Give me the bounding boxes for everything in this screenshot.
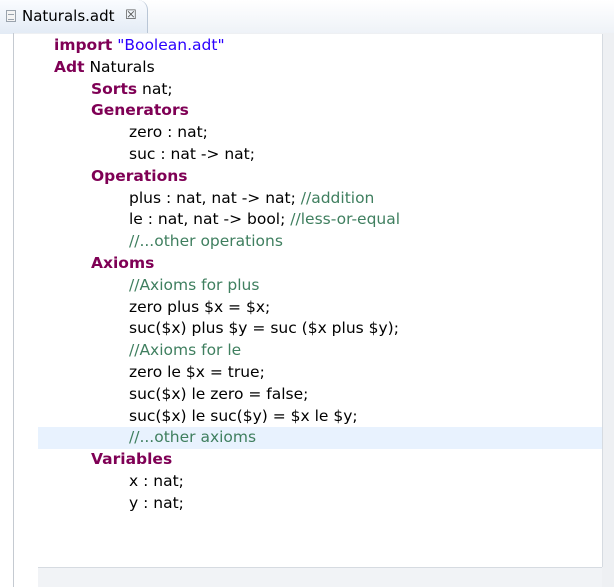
code-comment: //...other operations [129,232,283,251]
code-line: suc($x) le zero = false; [38,384,602,406]
code-line: //Axioms for plus [38,275,602,297]
code-line: le : nat, nat -> bool; //less-or-equal [38,209,602,231]
keyword: Generators [91,101,189,120]
current-line: //...other axioms [38,427,602,450]
code-text: le : nat, nat -> bool; [129,210,291,229]
code-line: suc($x) plus $y = suc ($x plus $y); [38,318,602,340]
keyword: Axioms [91,253,155,272]
file-icon [6,10,16,22]
keyword: Operations [91,166,188,185]
code-line: Variables [38,449,602,471]
horizontal-scrollbar[interactable] [38,567,602,587]
tab-naturals-adt[interactable]: Naturals.adt ☒ [0,0,148,34]
editor-right-border [602,34,603,567]
close-icon[interactable]: ☒ [125,8,137,23]
code-text: plus : nat, nat -> nat; [129,188,301,207]
code-text: zero : nat; [129,123,208,142]
code-line: Operations [38,166,602,188]
code-line: y : nat; [38,493,602,515]
code-text: suc : nat -> nat; [129,144,255,163]
code-line: suc : nat -> nat; [38,144,602,166]
code-comment: //Axioms for le [129,341,242,360]
code-text: suc($x) le zero = false; [129,384,309,403]
tab-title: Naturals.adt [22,7,115,25]
code-comment: //...other axioms [129,428,257,447]
code-line: Adt Naturals [38,57,602,79]
string-literal: "Boolean.adt" [117,36,225,54]
code-line: Sorts nat; [38,79,602,101]
code-text: zero le $x = true; [129,362,265,381]
code-text: suc($x) plus $y = suc ($x plus $y); [129,319,399,338]
code-line: zero plus $x = $x; [38,297,602,319]
code-line: plus : nat, nat -> nat; //addition [38,188,602,210]
code-comment: //Axioms for plus [129,275,260,294]
code-line: Axioms [38,253,602,275]
code-line: suc($x) le suc($y) = $x le $y; [38,406,602,428]
code-line: //Axioms for le [38,340,602,362]
code-comment: //addition [300,188,375,207]
code-line: x : nat; [38,471,602,493]
code-editor[interactable]: import "Boolean.adt" Adt Naturals Sorts … [38,35,602,515]
code-text: zero plus $x = $x; [129,297,271,316]
code-text: nat; [137,79,173,98]
keyword: Sorts [91,79,138,98]
code-line: zero le $x = true; [38,362,602,384]
code-line: zero : nat; [38,122,602,144]
editor-ruler [14,34,38,587]
code-text: x : nat; [129,471,184,490]
code-line: Generators [38,100,602,122]
code-text: Naturals [84,57,155,76]
editor-tab-bar: Naturals.adt ☒ [0,0,614,34]
code-line: //...other operations [38,231,602,253]
code-line: import "Boolean.adt" [38,35,602,57]
keyword: Variables [91,450,173,469]
code-text: y : nat; [129,493,184,512]
code-text: suc($x) le suc($y) = $x le $y; [129,406,358,425]
keyword: Adt [54,57,85,76]
code-comment: //less-or-equal [290,210,401,229]
keyword: import [54,36,113,54]
